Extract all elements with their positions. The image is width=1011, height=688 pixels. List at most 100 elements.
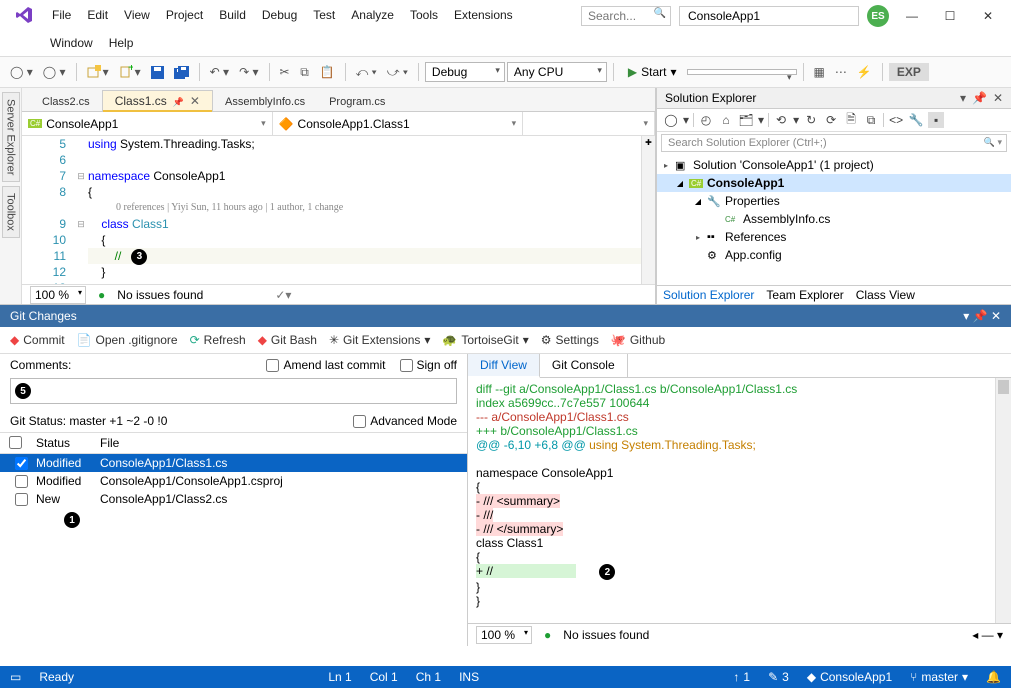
zoom-combo[interactable]: 100 % [30,286,86,304]
menu-edit[interactable]: Edit [79,4,116,26]
undo-button[interactable]: ↶ ▾ [206,63,233,81]
menu-view[interactable]: View [116,4,158,26]
tab-class1[interactable]: Class1.cs📌✕ [102,90,213,111]
new-project-button[interactable]: ▾ [83,63,113,81]
save-all-button[interactable] [170,64,193,81]
github-button[interactable]: 🐙Github [611,333,665,347]
file-row[interactable]: Modified ConsoleApp1/Class1.cs [0,454,467,472]
tree-solution-node[interactable]: ▸▣Solution 'ConsoleApp1' (1 project) [657,156,1011,174]
quick-search-input[interactable]: Search... [581,6,671,26]
solution-search-input[interactable]: Search Solution Explorer (Ctrl+;) [661,134,1007,152]
open-gitignore-button[interactable]: 📄Open .gitignore [77,333,178,347]
copy-button[interactable]: ⧉ [296,63,314,82]
diff-scrollbar[interactable] [995,378,1011,623]
diff-zoom-combo[interactable]: 100 % [476,626,532,644]
git-bash-button[interactable]: ◆Git Bash [258,333,317,347]
collapse-icon[interactable]: 🗂 [738,112,754,128]
amend-checkbox[interactable]: Amend last commit [266,358,385,372]
close-tab-icon[interactable]: ✕ [190,94,200,108]
file-row[interactable]: New ConsoleApp1/Class2.cs [0,490,467,508]
menu-debug[interactable]: Debug [254,4,305,26]
commit-button[interactable]: ◆Commit [10,333,65,347]
home2-icon[interactable]: ⌂ [718,112,734,128]
diff-options-icon[interactable]: ◂ — ▾ [972,628,1003,642]
refresh-button[interactable]: ⟳Refresh [190,333,246,347]
maximize-button[interactable]: ☐ [935,4,965,28]
home-icon[interactable]: ◯ [663,112,679,128]
menu-extensions[interactable]: Extensions [446,4,521,26]
signoff-checkbox[interactable]: Sign off [400,358,457,372]
menu-analyze[interactable]: Analyze [343,4,402,26]
settings-button[interactable]: ⚙Settings [541,333,599,347]
status-push[interactable]: ↑1 [733,670,750,684]
status-branch[interactable]: ⑂master ▾ [910,670,968,684]
copy2-icon[interactable]: ⧉ [863,112,879,128]
file-checkbox[interactable] [15,493,28,506]
solution-tree[interactable]: ▸▣Solution 'ConsoleApp1' (1 project) ◢C#… [657,154,1011,285]
code-icon[interactable]: <> [888,112,904,128]
tortoisegit-button[interactable]: 🐢TortoiseGit ▾ [442,333,528,347]
git-extensions-button[interactable]: ✳Git Extensions ▾ [329,333,430,347]
step-back-button[interactable]: ⤺ ▾ [352,63,381,82]
tree-references-node[interactable]: ▸▪▪References [657,228,1011,246]
minimize-button[interactable]: — [897,4,927,28]
tree-project-node[interactable]: ◢C#ConsoleApp1 [657,174,1011,192]
save-button[interactable] [147,64,168,81]
menu-project[interactable]: Project [158,4,211,26]
sync-icon[interactable]: ◴ [698,112,714,128]
nav-back-button[interactable]: ◯ ▾ [6,63,37,81]
nav-fwd-button[interactable]: ◯ ▾ [39,63,70,81]
refresh-icon[interactable]: ⟳ [823,112,839,128]
redo-button[interactable]: ↷ ▾ [235,63,262,81]
tab-solution-explorer[interactable]: Solution Explorer [663,288,754,302]
tree-appconfig-node[interactable]: ⚙App.config [657,246,1011,264]
health-indicator-icon[interactable]: ✓▾ [275,288,291,302]
menu-window[interactable]: Window [42,32,101,54]
platform-combo[interactable]: Any CPU [507,62,607,82]
panel-menu-icon[interactable]: ▾ [963,309,969,323]
codelens[interactable]: 0 references | Yiyi Sun, 11 hours ago | … [88,200,655,216]
select-all-checkbox[interactable] [9,436,22,449]
tab-class2[interactable]: Class2.cs [30,93,102,111]
pin-icon[interactable]: 📌 [972,91,987,105]
file-checkbox[interactable] [15,475,28,488]
close-button[interactable]: ✕ [973,4,1003,28]
start-debug-button[interactable]: ▶Start ▾ [620,63,685,81]
cut-button[interactable]: ✂ [276,63,294,81]
tab-assemblyinfo[interactable]: AssemblyInfo.cs [213,93,317,111]
nav-member-combo[interactable] [523,112,655,135]
close-panel-icon[interactable]: ✕ [991,309,1001,323]
code-surface[interactable]: 5678910111213 ⊟⊟ using System.Threading.… [22,136,655,284]
commit-message-input[interactable]: 5 [10,378,457,404]
menu-file[interactable]: File [44,4,79,26]
solution-name-box[interactable]: ConsoleApp1 [679,6,859,26]
menu-build[interactable]: Build [211,4,254,26]
close-panel-icon[interactable]: ✕ [993,91,1003,105]
tab-git-console[interactable]: Git Console [540,354,628,377]
col-file[interactable]: File [94,433,467,453]
show-all-icon[interactable]: ↻ [803,112,819,128]
pin-icon[interactable]: 📌 [173,97,184,107]
exp-button[interactable]: EXP [889,63,929,81]
advanced-mode-checkbox[interactable]: Advanced Mode [353,414,457,428]
file-checkbox[interactable] [15,457,28,470]
step-fwd-button[interactable]: ⤻ ▾ [383,63,412,82]
status-changes[interactable]: ✎3 [768,670,789,684]
col-status[interactable]: Status [30,433,94,453]
menu-test[interactable]: Test [305,4,343,26]
fold-column[interactable]: ⊟⊟ [74,136,88,284]
file-row[interactable]: Modified ConsoleApp1/ConsoleApp1.csproj [0,472,467,490]
server-explorer-tab[interactable]: Server Explorer [2,92,20,182]
launch-target-combo[interactable] [687,69,797,75]
pin-icon[interactable]: 📌 [973,309,988,323]
status-repo[interactable]: ◆ConsoleApp1 [807,670,892,684]
code-text[interactable]: using System.Threading.Tasks; namespace … [88,136,655,284]
filter-icon[interactable]: ▪ [928,112,944,128]
diff-text[interactable]: diff --git a/ConsoleApp1/Class1.cs b/Con… [468,378,1011,623]
nav-project-combo[interactable]: C#ConsoleApp1 [22,112,273,135]
toolbox-tab[interactable]: Toolbox [2,186,20,238]
add-item-button[interactable]: +▾ [115,63,145,81]
editor-scrollbar[interactable]: ✚ [641,136,655,284]
tab-diff-view[interactable]: Diff View [468,354,540,378]
tree-properties-node[interactable]: ◢🔧Properties [657,192,1011,210]
